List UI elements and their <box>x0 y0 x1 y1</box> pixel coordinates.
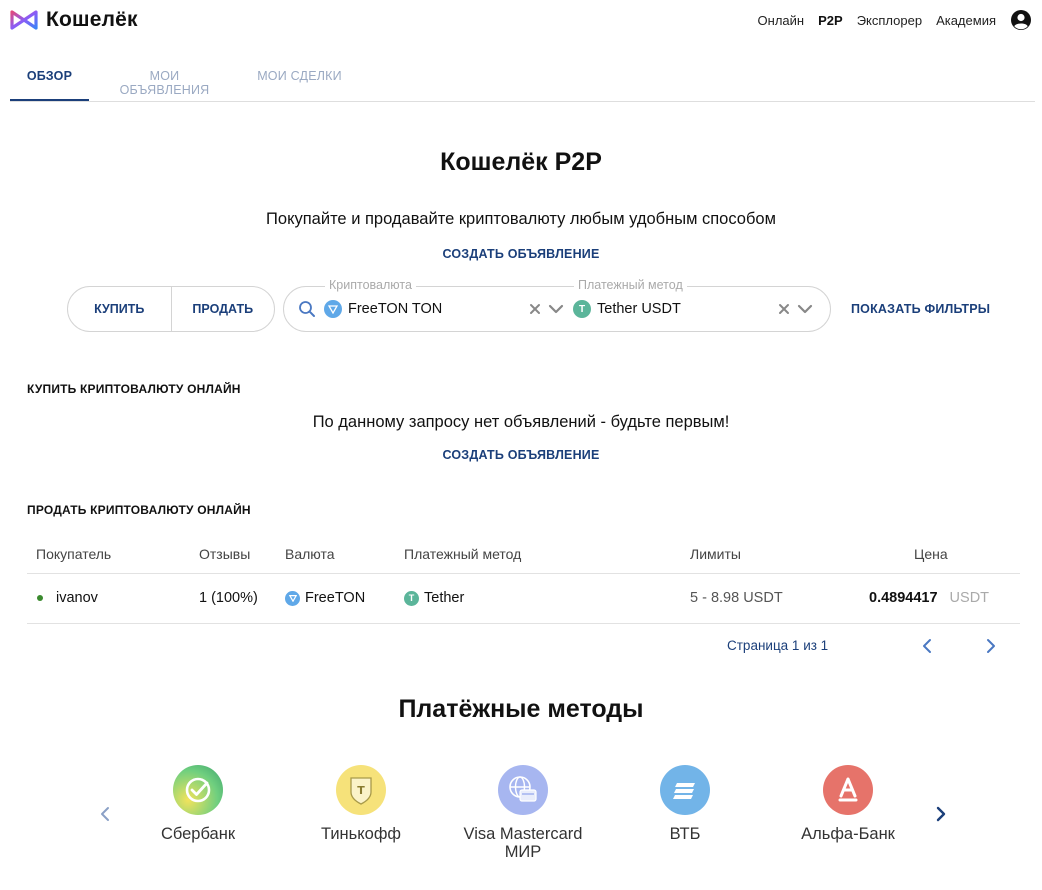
svg-text:T: T <box>357 784 365 797</box>
crypto-select-value: FreeTON TON <box>348 301 443 317</box>
sberbank-icon <box>173 765 223 815</box>
vtb-icon <box>660 765 710 815</box>
chevron-right-icon[interactable] <box>984 637 998 655</box>
koshelek-logo-icon <box>10 10 38 30</box>
sell-button[interactable]: ПРОДАТЬ <box>170 287 275 331</box>
col-payment: Платежный метод <box>404 546 522 562</box>
payment-method-cards[interactable]: Visa Mastercard МИР <box>448 765 598 861</box>
payment-method-name: ВТБ <box>669 825 701 843</box>
chevron-left-icon[interactable] <box>920 637 934 655</box>
payment-method-alfa[interactable]: Альфа-Банк <box>773 765 923 843</box>
payment-select-value: Tether USDT <box>597 301 681 317</box>
reviews-cell: 1 (100%) <box>199 590 258 606</box>
buyer-name[interactable]: ivanov <box>56 590 98 606</box>
price-value: 0.4894417 <box>869 590 938 606</box>
payment-name: Tether <box>424 590 465 606</box>
tab-my-ads[interactable]: МОИ ОБЪЯВЛЕНИЯ <box>107 58 222 101</box>
col-price: Цена <box>914 546 948 562</box>
carousel-next-icon[interactable] <box>934 805 948 823</box>
buy-button[interactable]: КУПИТЬ <box>68 287 171 331</box>
card-globe-icon <box>498 765 548 815</box>
user-account-icon[interactable] <box>1010 9 1032 31</box>
payment-method-vtb[interactable]: ВТБ <box>610 765 760 843</box>
tab-overview[interactable]: ОБЗОР <box>10 58 89 101</box>
payment-cell: T Tether <box>404 590 464 606</box>
nav-p2p[interactable]: P2P <box>818 13 843 28</box>
buy-sell-toggle: КУПИТЬ ПРОДАТЬ <box>67 286 275 332</box>
nav-explorer[interactable]: Эксплорер <box>857 13 922 28</box>
chevron-down-icon[interactable] <box>548 299 564 319</box>
currency-cell: FreeTON <box>285 590 365 606</box>
offers-table: Покупатель Отзывы Валюта Платежный метод… <box>27 535 1020 624</box>
logo-text: Кошелёк <box>46 8 138 31</box>
col-limits: Лимиты <box>690 546 741 562</box>
clear-payment-icon[interactable] <box>777 299 791 319</box>
carousel-prev-icon[interactable] <box>98 805 112 823</box>
buyer-cell: ivanov <box>37 590 98 606</box>
freeton-coin-icon <box>324 300 342 318</box>
limits-cell: 5 - 8.98 USDT <box>690 590 783 606</box>
table-row[interactable]: ivanov 1 (100%) FreeTON T Tether 5 - 8.9… <box>27 574 1020 624</box>
filter-box: Криптовалюта Платежный метод FreeTON TON… <box>283 278 831 332</box>
payment-method-name: Альфа-Банк <box>801 825 895 843</box>
buy-section-title: КУПИТЬ КРИПТОВАЛЮТУ ОНЛАЙН <box>27 382 241 396</box>
payment-method-sberbank[interactable]: Сбербанк <box>123 765 273 843</box>
alfa-bank-icon <box>823 765 873 815</box>
create-ad-button[interactable]: СОЗДАТЬ ОБЪЯВЛЕНИЕ <box>442 448 599 462</box>
payment-method-name: Сбербанк <box>160 825 236 843</box>
price-unit: USDT <box>949 590 990 606</box>
top-nav: Онлайн P2P Эксплорер Академия <box>758 9 1032 31</box>
nav-academy[interactable]: Академия <box>936 13 996 28</box>
show-filters-button[interactable]: ПОКАЗАТЬ ФИЛЬТРЫ <box>851 302 990 316</box>
col-buyer: Покупатель <box>36 546 112 562</box>
payment-method-name: Тинькофф <box>320 825 401 843</box>
payment-select[interactable]: T Tether USDT <box>573 287 681 331</box>
table-header: Покупатель Отзывы Валюта Платежный метод… <box>27 535 1020 574</box>
col-reviews: Отзывы <box>199 546 251 562</box>
payment-method-tinkoff[interactable]: T Тинькофф <box>286 765 436 843</box>
clear-crypto-icon[interactable] <box>528 299 542 319</box>
price-cell: 0.4894417 USDT <box>869 590 989 606</box>
freeton-coin-icon <box>285 590 300 606</box>
col-currency: Валюта <box>285 546 335 562</box>
search-icon <box>299 301 315 317</box>
app-header: Кошелёк Онлайн P2P Эксплорер Академия <box>0 0 1042 44</box>
currency-name: FreeTON <box>305 590 366 606</box>
payment-method-name: Visa Mastercard МИР <box>463 825 583 861</box>
chevron-down-icon[interactable] <box>797 299 813 319</box>
nav-online[interactable]: Онлайн <box>758 13 805 28</box>
tinkoff-icon: T <box>336 765 386 815</box>
tab-bar: ОБЗОР МОИ ОБЪЯВЛЕНИЯ МОИ СДЕЛКИ <box>10 58 1035 102</box>
tether-coin-icon: T <box>404 590 419 606</box>
page-title: Кошелёк P2P <box>440 148 602 176</box>
empty-message: По данному запросу нет объявлений - будь… <box>312 413 730 431</box>
page-subtitle: Покупайте и продавайте криптовалюту любы… <box>266 210 776 228</box>
tether-coin-icon: T <box>573 300 591 318</box>
online-status-dot <box>37 595 43 601</box>
logo[interactable]: Кошелёк <box>10 8 138 32</box>
sell-section-title: ПРОДАТЬ КРИПТОВАЛЮТУ ОНЛАЙН <box>27 503 251 517</box>
pagination-text: Страница 1 из 1 <box>727 638 829 653</box>
create-ad-button[interactable]: СОЗДАТЬ ОБЪЯВЛЕНИЕ <box>442 247 599 261</box>
payment-methods-title: Платёжные методы <box>398 695 644 723</box>
tab-my-deals[interactable]: МОИ СДЕЛКИ <box>257 58 342 101</box>
crypto-select[interactable]: FreeTON TON <box>324 287 442 331</box>
